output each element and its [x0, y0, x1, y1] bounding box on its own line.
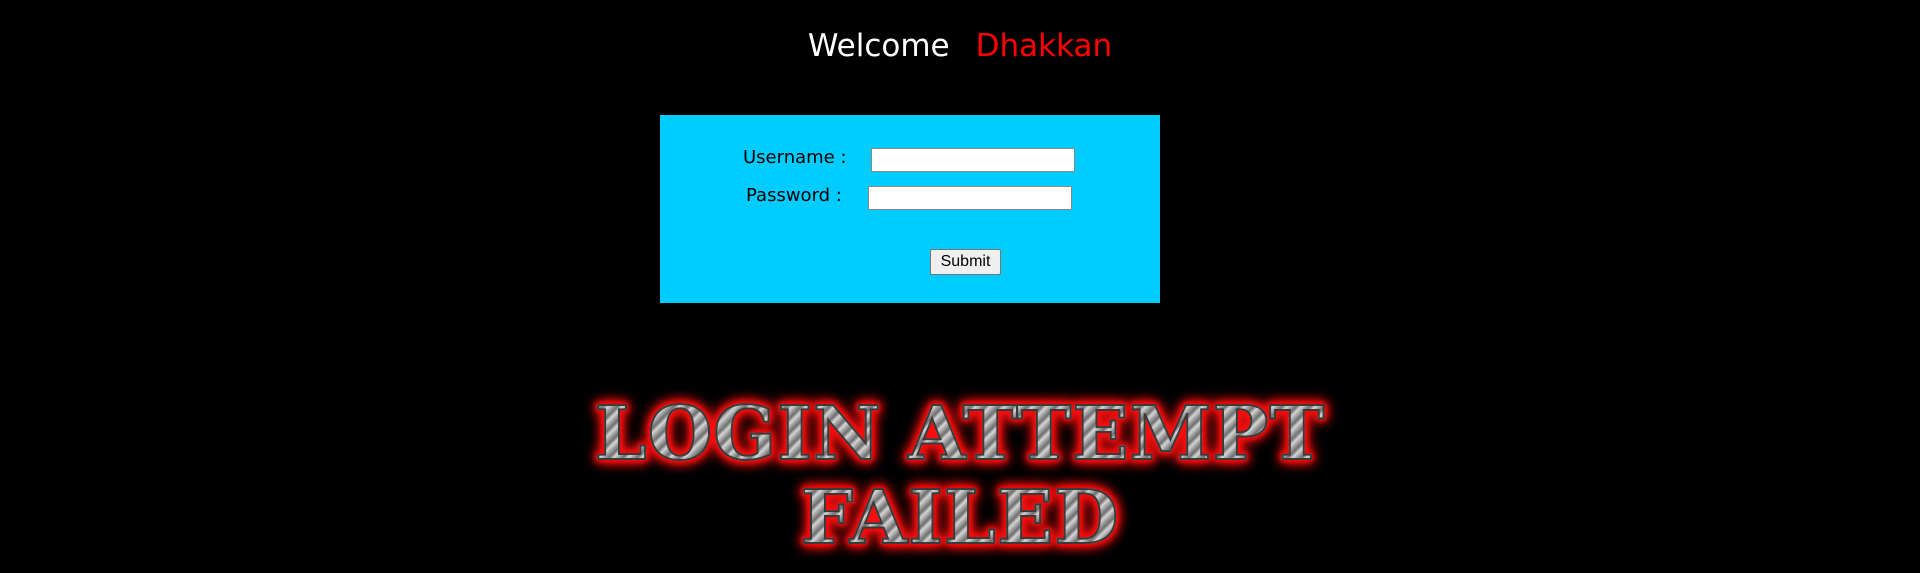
submit-button[interactable]: Submit: [930, 249, 1001, 275]
username-label: Username :: [743, 147, 847, 168]
login-form: Username : Password : Submit: [660, 115, 1160, 303]
password-field[interactable]: [868, 186, 1072, 210]
welcome-heading: Welcome Dhakkan: [0, 24, 1920, 68]
password-label: Password :: [746, 185, 842, 206]
banner-line-1: LOGIN ATTEMPT: [0, 391, 1920, 477]
banner-line-2: FAILED: [0, 475, 1920, 561]
user-name: Dhakkan: [975, 28, 1113, 64]
username-field[interactable]: [871, 148, 1075, 172]
welcome-text: Welcome: [807, 28, 950, 64]
login-failed-banner: LOGIN ATTEMPT FAILED: [0, 391, 1920, 561]
